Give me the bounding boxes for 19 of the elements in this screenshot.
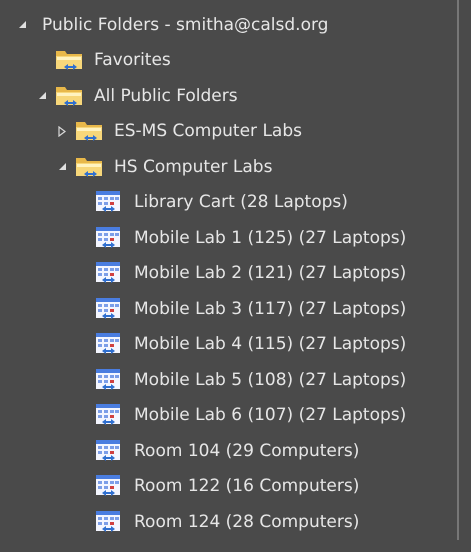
calendar-item[interactable]: Room 124 (28 Computers) <box>134 512 360 532</box>
folder-item[interactable]: HS Computer Labs <box>114 156 272 177</box>
folder-item[interactable]: ES-MS Computer Labs <box>114 121 302 142</box>
calendar-item[interactable]: Mobile Lab 1 (125) (27 Laptops) <box>134 228 406 248</box>
collapsed-arrow-icon[interactable] <box>58 126 66 137</box>
folder-item[interactable]: All Public Folders <box>94 86 238 106</box>
calendar-item[interactable]: Mobile Lab 2 (121) (27 Laptops) <box>134 263 406 284</box>
expanded-arrow-icon[interactable] <box>38 91 46 100</box>
folder-item[interactable]: Favorites <box>94 50 171 70</box>
calendar-item[interactable]: Room 122 (16 Computers) <box>134 476 360 496</box>
folder-item[interactable]: Public Folders - smitha@calsd.org <box>42 14 328 35</box>
calendar-item[interactable]: Library Cart (28 Laptops) <box>134 192 348 212</box>
calendar-item[interactable]: Mobile Lab 3 (117) (27 Laptops) <box>134 298 406 319</box>
calendar-item[interactable]: Mobile Lab 5 (108) (27 Laptops) <box>134 370 406 390</box>
expanded-arrow-icon[interactable] <box>58 162 66 172</box>
calendar-item[interactable]: Mobile Lab 4 (115) (27 Laptops) <box>134 334 406 354</box>
expanded-arrow-icon[interactable] <box>18 20 26 30</box>
calendar-item[interactable]: Mobile Lab 6 (107) (27 Laptops) <box>134 405 406 426</box>
calendar-item[interactable]: Room 104 (29 Computers) <box>134 440 360 461</box>
